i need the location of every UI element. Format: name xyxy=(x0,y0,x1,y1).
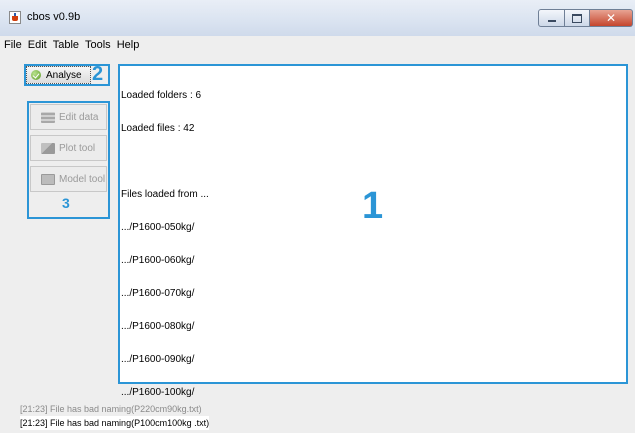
output-line: .../P1600-060kg/ xyxy=(121,255,195,266)
log-list[interactable]: [21:23] File has bad naming(P220cm90kg.t… xyxy=(14,396,624,433)
annotation-marker-3: 3 xyxy=(62,195,70,211)
output-line: Files loaded from ... xyxy=(121,189,209,200)
close-button[interactable]: ✕ xyxy=(590,9,633,27)
window-controls: ✕ xyxy=(538,9,633,27)
maximize-button[interactable] xyxy=(565,9,590,27)
annotation-marker-1: 1 xyxy=(362,185,384,227)
close-icon: ✕ xyxy=(605,11,617,25)
model-tool-label: Model tool xyxy=(59,173,106,185)
output-text: Loaded folders : 6 Loaded files : 42 Fil… xyxy=(121,68,209,420)
output-line: .../P1600-050kg/ xyxy=(121,222,195,233)
plot-tool-button[interactable]: Plot tool xyxy=(30,135,107,161)
menu-bar: File Edit Table Tools Help xyxy=(0,36,635,54)
menu-edit[interactable]: Edit xyxy=(28,39,47,51)
output-line: .../P1600-080kg/ xyxy=(121,321,195,332)
java-app-icon xyxy=(9,11,21,24)
minimize-icon xyxy=(547,20,556,22)
log-entry[interactable]: [21:23] File has bad naming(P220cm90kg.t… xyxy=(20,402,202,416)
plot-icon xyxy=(41,142,55,154)
menu-file[interactable]: File xyxy=(4,39,22,51)
table-icon xyxy=(41,111,55,123)
check-icon xyxy=(31,70,41,80)
menu-tools[interactable]: Tools xyxy=(85,39,111,51)
analyse-button[interactable]: Analyse xyxy=(26,66,91,84)
title-bar: cbos v0.9b ✕ xyxy=(0,0,635,36)
output-line: .../P1600-070kg/ xyxy=(121,288,195,299)
window-title: cbos v0.9b xyxy=(27,11,81,23)
menu-table[interactable]: Table xyxy=(53,39,79,51)
edit-data-button[interactable]: Edit data xyxy=(30,104,107,130)
edit-data-label: Edit data xyxy=(59,111,99,123)
annotation-marker-2: 2 xyxy=(92,63,104,85)
maximize-icon xyxy=(572,13,582,23)
output-line: .../P1600-090kg/ xyxy=(121,354,195,365)
plot-tool-label: Plot tool xyxy=(59,142,96,154)
output-line: Loaded files : 42 xyxy=(121,123,195,134)
output-line: Loaded folders : 6 xyxy=(121,90,202,101)
app-window: cbos v0.9b ✕ File Edit Table Tools Help … xyxy=(0,0,635,433)
analyse-button-label: Analyse xyxy=(46,69,82,81)
model-tool-button[interactable]: Model tool xyxy=(30,166,107,192)
model-icon xyxy=(41,173,55,185)
log-entry[interactable]: [21:23] File has bad naming(P100cm100kg … xyxy=(20,416,210,430)
menu-help[interactable]: Help xyxy=(117,39,140,51)
minimize-button[interactable] xyxy=(538,9,565,27)
